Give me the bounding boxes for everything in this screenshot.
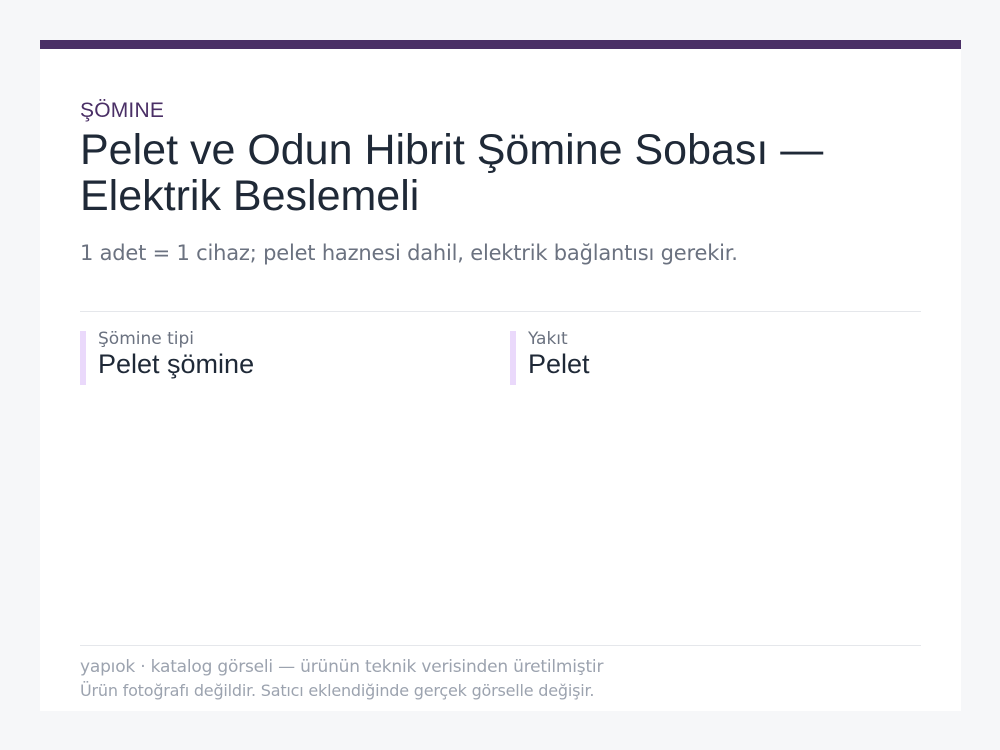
category-label: ŞÖMINE bbox=[80, 99, 165, 122]
spec-label: Yakıt bbox=[528, 329, 568, 349]
divider bbox=[80, 311, 921, 312]
card-content: ŞÖMINE Pelet ve Odun Hibrit Şömine Sobas… bbox=[80, 49, 921, 711]
product-card: ŞÖMINE Pelet ve Odun Hibrit Şömine Sobas… bbox=[40, 40, 961, 711]
footer-source-note: yapıok · katalog görseli — ürünün teknik… bbox=[80, 657, 604, 677]
spec-label: Şömine tipi bbox=[98, 329, 195, 349]
spec-fireplace-type: Şömine tipi Pelet şömine bbox=[80, 329, 480, 385]
spec-fuel: Yakıt Pelet bbox=[510, 329, 910, 385]
product-title: Pelet ve Odun Hibrit Şömine Sobası — Ele… bbox=[80, 126, 824, 220]
divider bbox=[80, 645, 921, 646]
product-subtitle: 1 adet = 1 cihaz; pelet haznesi dahil, e… bbox=[80, 241, 738, 265]
footer-disclaimer: Ürün fotoğrafı değildir. Satıcı eklendiğ… bbox=[80, 681, 595, 700]
spec-value: Pelet şömine bbox=[98, 349, 255, 379]
spec-value: Pelet bbox=[528, 349, 590, 379]
